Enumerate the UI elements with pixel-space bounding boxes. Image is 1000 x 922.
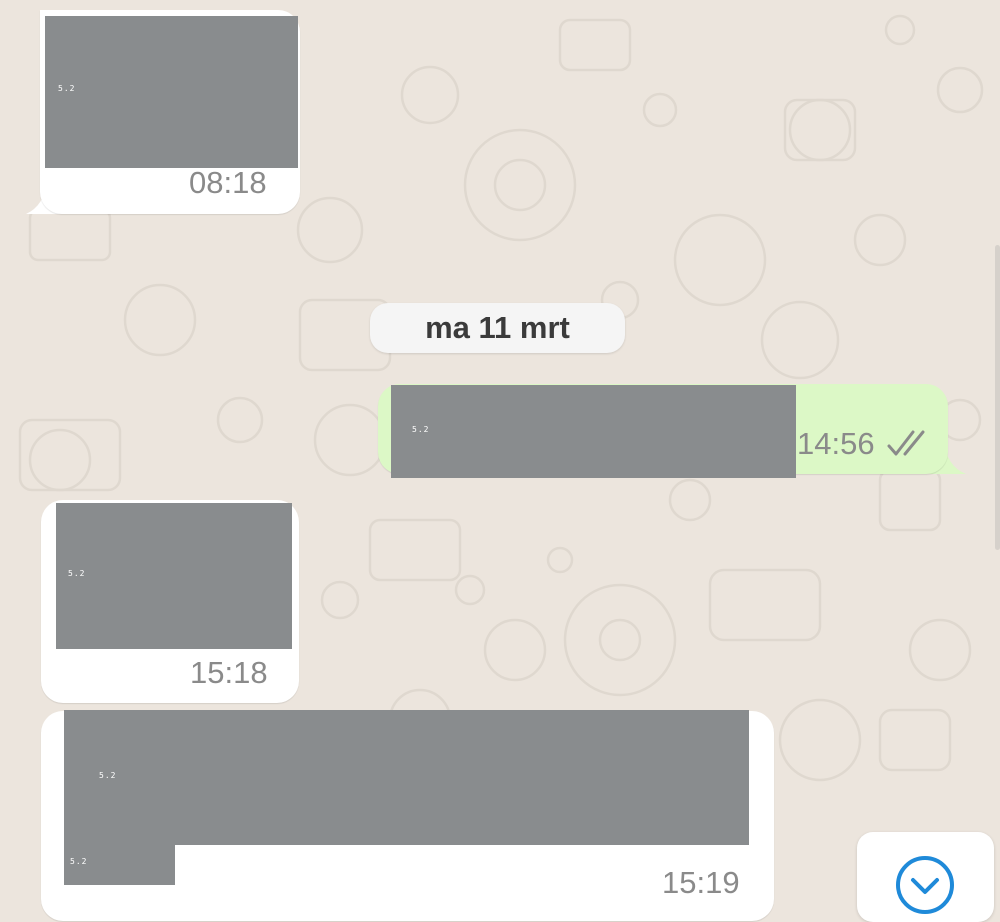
redaction-tag: 5.2 [99, 771, 117, 780]
message-time: 14:56 [797, 426, 875, 461]
message-time: 15:19 [662, 865, 740, 900]
redacted-content: 5.2 [391, 385, 796, 478]
chat-scrollbar[interactable] [995, 245, 1000, 550]
redaction-tag: 5.2 [70, 857, 88, 866]
chevron-down-circle-icon [896, 856, 954, 914]
redaction-tag: 5.2 [412, 425, 430, 434]
date-separator-label: ma 11 mrt [425, 310, 570, 345]
date-separator: ma 11 mrt [370, 303, 625, 353]
double-check-icon [887, 430, 925, 456]
redaction-tag: 5.2 [58, 84, 76, 93]
redacted-content: 5.2 [56, 503, 292, 649]
message-time: 15:18 [190, 655, 268, 690]
scroll-to-bottom-button[interactable] [857, 832, 994, 922]
redacted-content: 5.2 [64, 845, 175, 885]
redacted-content: 5.2 [64, 710, 749, 845]
message-time: 08:18 [189, 165, 267, 200]
redacted-content: 5.2 [45, 16, 298, 168]
redaction-tag: 5.2 [68, 569, 86, 578]
